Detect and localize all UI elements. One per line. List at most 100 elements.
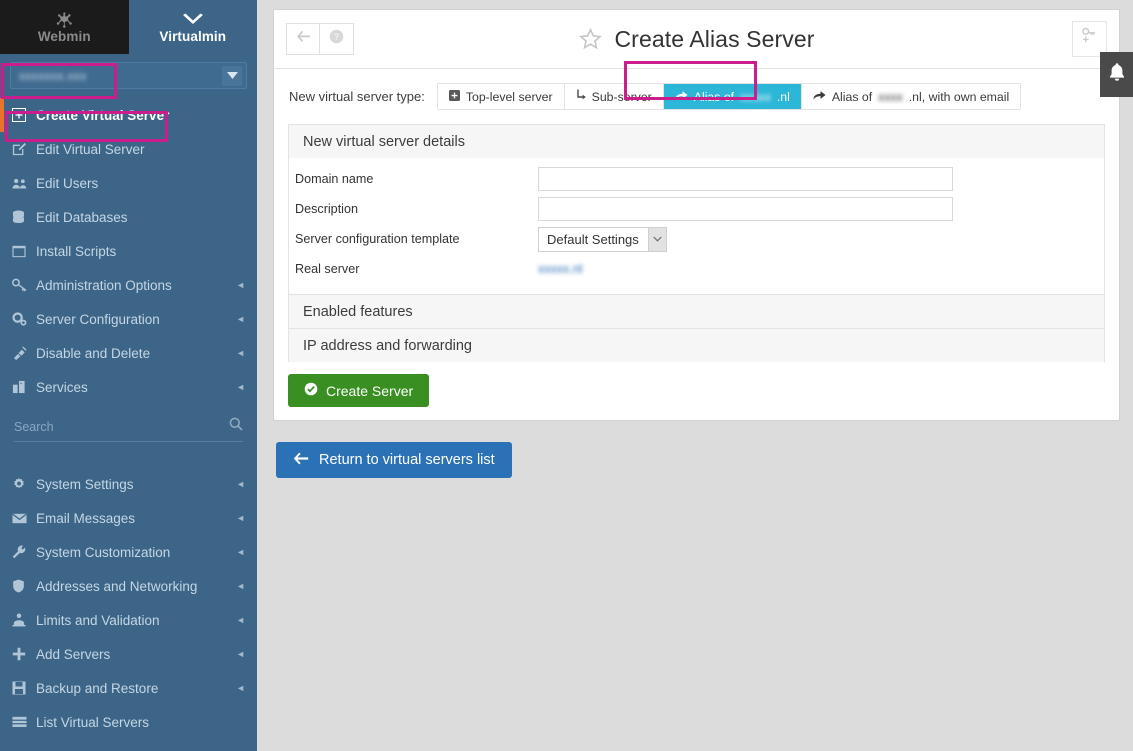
sidebar-item-label: Addresses and Networking	[36, 579, 236, 594]
sidebar-item-label: Disable and Delete	[36, 346, 236, 361]
template-select[interactable]: Default Settings	[538, 227, 667, 252]
page-title: Create Alias Server	[274, 26, 1119, 53]
sidebar-item-system-settings[interactable]: System Settings ◄	[0, 467, 257, 501]
real-server-label: Real server	[295, 262, 538, 276]
chevron-down-icon[interactable]	[222, 66, 242, 86]
domain-name-label: Domain name	[295, 172, 538, 186]
real-server-link[interactable]: xxxxx.nl	[538, 262, 582, 276]
tab-webmin[interactable]: Webmin	[0, 0, 129, 54]
return-to-list-label: Return to virtual servers list	[319, 452, 495, 468]
notifications-button[interactable]	[1100, 52, 1133, 97]
sidebar-item-system-customization[interactable]: System Customization ◄	[0, 535, 257, 569]
plug-icon	[12, 346, 36, 360]
tab-webmin-label: Webmin	[38, 29, 91, 44]
template-label: Server configuration template	[295, 232, 538, 246]
question-circle-icon: ?	[329, 29, 344, 49]
sidebar-item-label: Edit Users	[36, 176, 245, 191]
real-server-control: xxxxx.nl	[538, 260, 1104, 278]
type-selector-label: New virtual server type:	[289, 89, 425, 104]
sidebar-item-administration-options[interactable]: Administration Options ◄	[0, 268, 257, 302]
redacted-domain: xxxxx	[740, 90, 771, 104]
share-arrow-icon	[675, 90, 688, 104]
sidebar-item-limits-and-validation[interactable]: Limits and Validation ◄	[0, 603, 257, 637]
edit-pencil-icon	[12, 142, 36, 156]
type-option-sub-server[interactable]: Sub-server	[565, 84, 664, 109]
template-control: Default Settings	[538, 227, 1104, 252]
chevron-left-icon: ◄	[236, 314, 247, 324]
sidebar-item-edit-databases[interactable]: Edit Databases	[0, 200, 257, 234]
server-selector-wrap: xxxxxxx.xxx	[0, 54, 257, 89]
sidebar-item-label: System Customization	[36, 545, 236, 560]
chevron-left-icon: ◄	[236, 479, 247, 489]
sidebar-item-edit-virtual-server[interactable]: Edit Virtual Server	[0, 132, 257, 166]
sidebar-item-label: Administration Options	[36, 278, 236, 293]
sidebar-item-addresses-and-networking[interactable]: Addresses and Networking ◄	[0, 569, 257, 603]
sidebar-search[interactable]	[14, 412, 243, 442]
type-option-suffix: .nl, with own email	[909, 90, 1009, 104]
virtualmin-app: Webmin Virtualmin xxxxxxx.xxx	[0, 0, 1133, 751]
type-selector-buttons: Top-level server Sub-server Alias of	[437, 83, 1021, 110]
search-icon[interactable]	[229, 417, 243, 436]
product-tabs: Webmin Virtualmin	[0, 0, 257, 54]
back-button[interactable]	[286, 23, 320, 55]
arrow-left-icon	[296, 30, 311, 48]
description-input[interactable]	[538, 197, 953, 221]
chevron-down-icon[interactable]	[648, 228, 666, 251]
sidebar-item-email-messages[interactable]: Email Messages ◄	[0, 501, 257, 535]
tab-virtualmin-label: Virtualmin	[159, 29, 226, 44]
domain-name-input[interactable]	[538, 167, 953, 191]
sidebar-item-install-scripts[interactable]: Install Scripts	[0, 234, 257, 268]
sidebar-item-disable-and-delete[interactable]: Disable and Delete ◄	[0, 336, 257, 370]
webmin-logo-icon	[56, 11, 73, 28]
search-input[interactable]	[14, 420, 229, 434]
create-server-button[interactable]: Create Server	[288, 374, 429, 407]
sidebar-item-create-virtual-server[interactable]: Create Virtual Server	[0, 98, 257, 132]
star-icon[interactable]	[578, 27, 603, 52]
content-card: ? Create Alias Server	[273, 9, 1120, 421]
chevron-left-icon: ◄	[236, 348, 247, 358]
sidebar-item-server-configuration[interactable]: Server Configuration ◄	[0, 302, 257, 336]
window-icon	[12, 245, 36, 258]
wrench-icon	[12, 545, 36, 559]
sidebar-item-services[interactable]: Services ◄	[0, 370, 257, 404]
return-to-list-button[interactable]: Return to virtual servers list	[276, 442, 512, 478]
chevron-left-icon: ◄	[236, 547, 247, 557]
panel-enabled-features: Enabled features	[288, 294, 1105, 328]
field-row-real-server: Real server xxxxx.nl	[289, 254, 1104, 284]
field-row-template: Server configuration template Default Se…	[289, 224, 1104, 254]
svg-text:?: ?	[334, 32, 339, 42]
panel-header[interactable]: Enabled features	[289, 295, 1104, 328]
header-left-buttons: ?	[286, 23, 354, 55]
type-option-top-level-server[interactable]: Top-level server	[438, 84, 565, 109]
type-option-label: Alias of	[832, 90, 872, 104]
sidebar-item-label: Create Virtual Server	[36, 108, 245, 123]
tab-virtualmin[interactable]: Virtualmin	[129, 0, 258, 54]
panel-header[interactable]: IP address and forwarding	[289, 329, 1104, 362]
key-plus-icon	[1081, 27, 1098, 52]
limits-icon	[12, 613, 36, 627]
sidebar-item-label: Services	[36, 380, 236, 395]
sidebar-item-label: Email Messages	[36, 511, 236, 526]
description-control	[538, 197, 1104, 221]
type-option-alias-own-email[interactable]: Alias of xxxx .nl, with own email	[802, 84, 1020, 109]
template-select-value: Default Settings	[539, 232, 648, 247]
chevron-left-icon: ◄	[236, 581, 247, 591]
sidebar-item-edit-users[interactable]: Edit Users	[0, 166, 257, 200]
sidebar-item-list-virtual-servers[interactable]: List Virtual Servers	[0, 705, 257, 739]
sidebar-item-add-servers[interactable]: Add Servers ◄	[0, 637, 257, 671]
page-header: ? Create Alias Server	[274, 10, 1119, 69]
type-option-alias[interactable]: Alias of xxxxx .nl	[664, 84, 802, 109]
help-button[interactable]: ?	[320, 23, 354, 55]
sidebar-divider	[0, 448, 257, 458]
type-option-label: Top-level server	[466, 90, 553, 104]
panel-header[interactable]: New virtual server details	[289, 125, 1104, 158]
server-selector[interactable]: xxxxxxx.xxx	[10, 62, 247, 89]
server-rack-icon	[12, 380, 36, 394]
list-icon	[12, 716, 36, 728]
check-circle-icon	[304, 382, 318, 399]
type-option-suffix: .nl	[777, 90, 790, 104]
field-row-description: Description	[289, 194, 1104, 224]
arrow-down-right-icon	[576, 89, 586, 104]
sidebar-nav-bottom: System Settings ◄ Email Messages ◄ Syste…	[0, 467, 257, 739]
sidebar-item-backup-and-restore[interactable]: Backup and Restore ◄	[0, 671, 257, 705]
